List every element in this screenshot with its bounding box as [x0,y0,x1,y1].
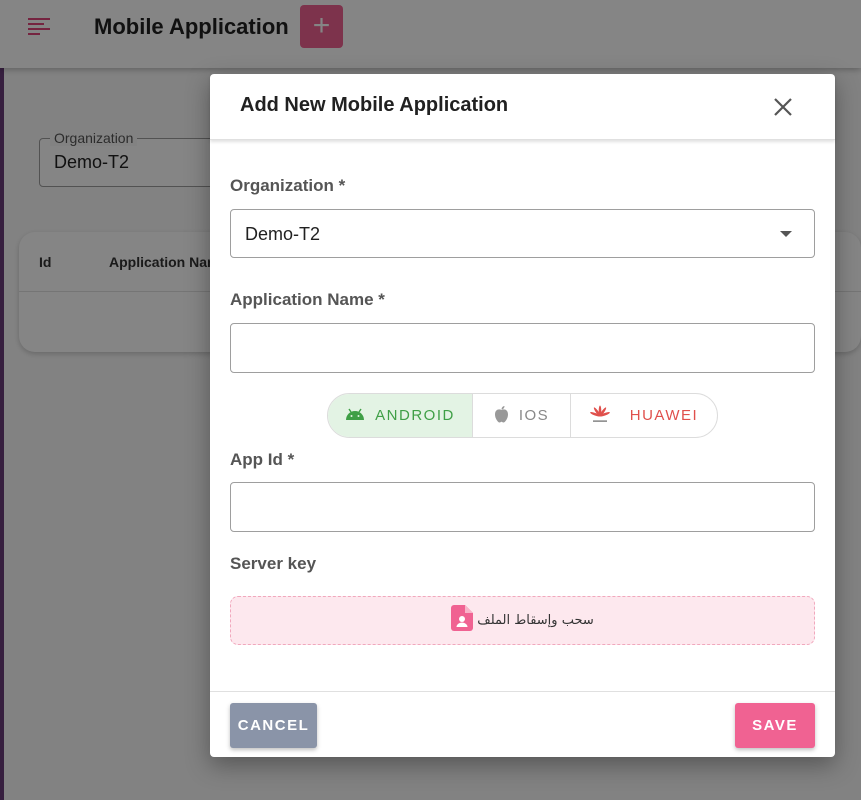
platform-android-toggle[interactable]: ANDROID [328,394,473,437]
app-id-label: App Id * [230,450,295,469]
platform-android-label: ANDROID [375,407,455,424]
organization-select-value: Demo-T2 [245,224,321,244]
close-icon[interactable] [768,92,798,122]
platform-huawei-toggle[interactable]: HUAWEI [571,394,717,437]
dropzone-text: سحب وإسقاط الملف [477,613,594,628]
dialog-footer: CANCEL SAVE [210,691,835,757]
application-name-input[interactable] [230,323,815,373]
dialog-header: Add New Mobile Application [210,74,835,140]
dialog-title: Add New Mobile Application [240,94,509,116]
server-key-dropzone[interactable]: سحب وإسقاط الملف [230,596,815,645]
cancel-button[interactable]: CANCEL [230,703,317,748]
organization-select[interactable]: Demo-T2 [230,209,815,258]
platform-ios-toggle[interactable]: IOS [473,394,571,437]
app-id-input[interactable] [230,482,815,532]
file-icon [451,605,474,636]
server-key-label: Server key [230,554,317,573]
add-application-dialog: Add New Mobile Application Organization … [210,74,835,757]
application-name-label: Application Name * [230,290,385,309]
save-button[interactable]: SAVE [735,703,815,748]
apple-icon [494,405,509,427]
android-icon [345,407,365,424]
platform-huawei-label: HUAWEI [629,407,699,424]
huawei-icon [589,405,610,427]
organization-label: Organization * [230,176,346,195]
platform-ios-label: IOS [518,407,550,424]
platform-toggle-group: ANDROID IOS HUAWEI [327,393,718,438]
chevron-down-icon [780,231,792,237]
